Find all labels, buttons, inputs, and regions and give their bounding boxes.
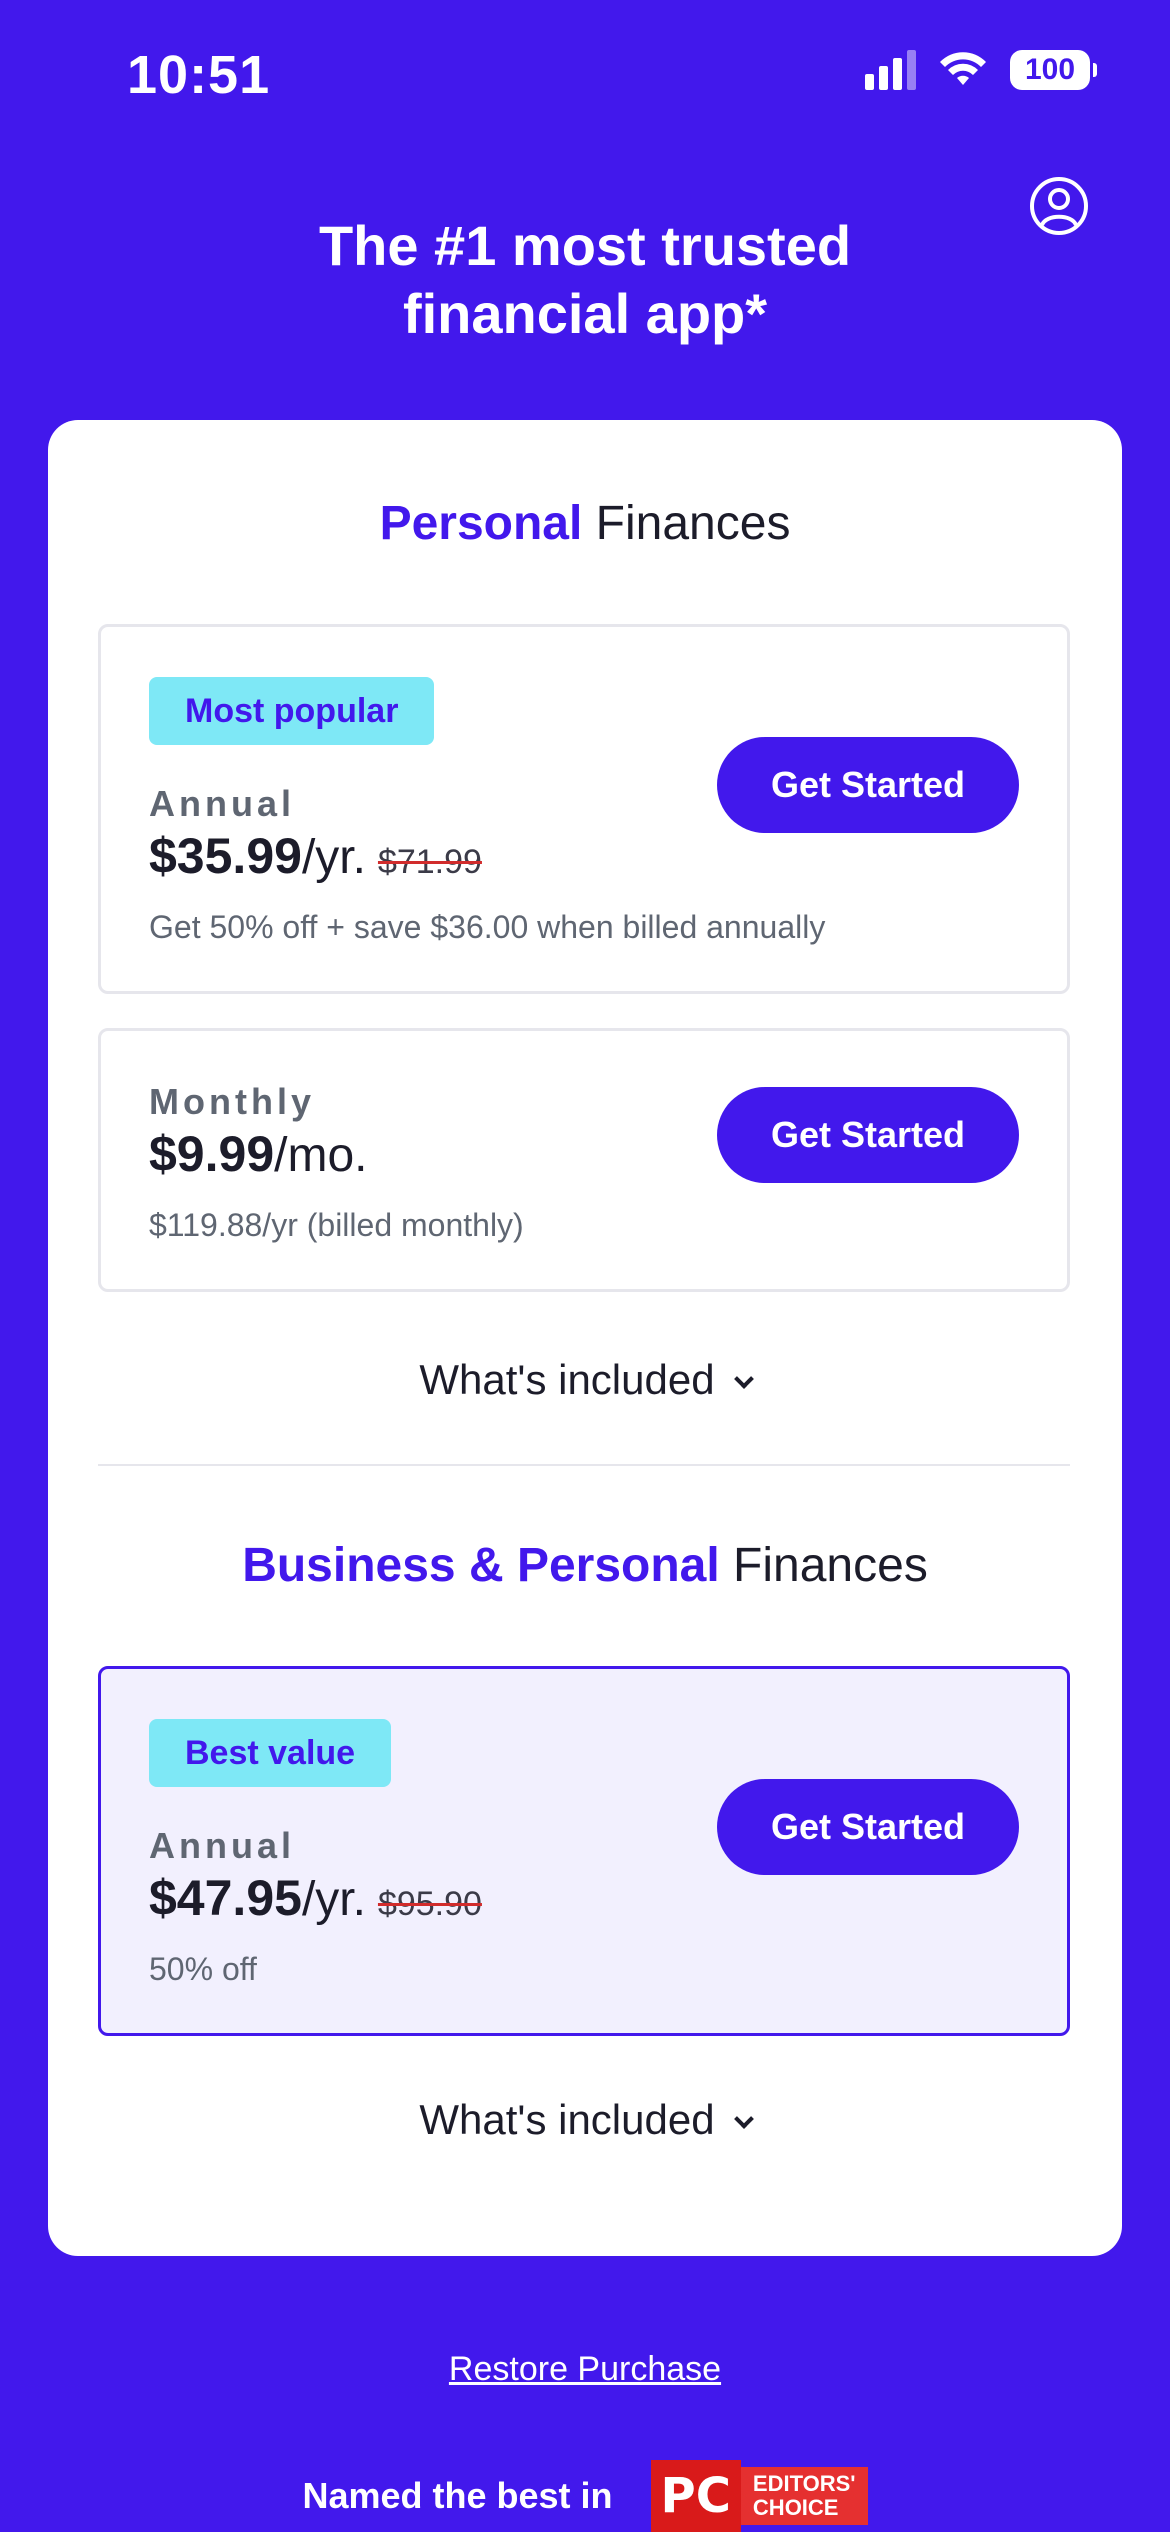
footer-award: Named the best in PC EDITORS' CHOICE bbox=[0, 2460, 1170, 2532]
plan-period: /mo. bbox=[274, 1129, 368, 1182]
plan-personal-annual[interactable]: Most popular Annual $35.99 /yr. $71.99 G… bbox=[98, 624, 1070, 994]
whats-included-business[interactable]: What's included bbox=[48, 2096, 1122, 2144]
named-best-text: Named the best in bbox=[302, 2475, 613, 2516]
best-value-badge: Best value bbox=[149, 1719, 392, 1787]
plan-personal-monthly[interactable]: Monthly $9.99 /mo. $119.88/yr (billed mo… bbox=[98, 1028, 1070, 1292]
wifi-icon bbox=[940, 52, 986, 85]
whats-included-personal[interactable]: What's included bbox=[48, 1356, 1122, 1404]
get-started-button-personal-annual[interactable]: Get Started bbox=[717, 737, 1019, 833]
cellular-signal-icon bbox=[865, 50, 916, 90]
plan-note: $119.88/yr (billed monthly) bbox=[149, 1207, 524, 1243]
status-icons: 100 bbox=[865, 50, 1097, 90]
title-line-2: financial app* bbox=[402, 282, 768, 345]
get-started-button-personal-monthly[interactable]: Get Started bbox=[717, 1087, 1019, 1183]
business-section-title: Business & Personal Finances bbox=[242, 1539, 928, 1592]
plan-period: /yr. bbox=[301, 1873, 366, 1926]
price-line: $47.95 /yr. $95.90 bbox=[149, 1869, 482, 1927]
restore-purchase-link[interactable]: Restore Purchase bbox=[0, 2350, 1170, 2389]
section-divider bbox=[98, 1464, 1070, 1466]
plan-term: Annual bbox=[149, 783, 295, 824]
status-time: 10:51 bbox=[127, 45, 271, 105]
chevron-down-icon bbox=[733, 1369, 754, 1389]
chevron-down-icon bbox=[733, 2109, 754, 2129]
pricing-card: Personal Finances Most popular Annual $3… bbox=[48, 420, 1122, 2256]
plan-price: $9.99 bbox=[149, 1126, 275, 1182]
most-popular-badge: Most popular bbox=[149, 677, 435, 745]
battery-icon: 100 bbox=[1010, 50, 1097, 90]
paywall-screen: 10:51 100 The #1 most trusted financial … bbox=[0, 0, 1170, 2532]
original-price: $71.99 bbox=[377, 843, 482, 881]
plan-term: Monthly bbox=[149, 1081, 315, 1122]
plan-price: $35.99 bbox=[149, 828, 302, 884]
pc-editors-choice-badge: PC EDITORS' CHOICE bbox=[650, 2460, 868, 2532]
price-line: $9.99 /mo. bbox=[149, 1125, 367, 1183]
plan-business-annual[interactable]: Best value Annual $47.95 /yr. $95.90 50%… bbox=[98, 1666, 1070, 2036]
plan-note: 50% off bbox=[149, 1951, 257, 1987]
price-line: $35.99 /yr. $71.99 bbox=[149, 827, 482, 885]
original-price: $95.90 bbox=[377, 1885, 482, 1923]
plan-period: /yr. bbox=[301, 831, 366, 884]
plan-note: Get 50% off + save $36.00 when billed an… bbox=[149, 909, 826, 945]
page-title: The #1 most trusted financial app* bbox=[0, 212, 1170, 348]
get-started-button-business-annual[interactable]: Get Started bbox=[717, 1779, 1019, 1875]
plan-term: Annual bbox=[149, 1825, 295, 1866]
personal-section-title: Personal Finances bbox=[379, 497, 791, 550]
title-line-1: The #1 most trusted bbox=[318, 214, 852, 277]
plan-price: $47.95 bbox=[149, 1870, 302, 1926]
